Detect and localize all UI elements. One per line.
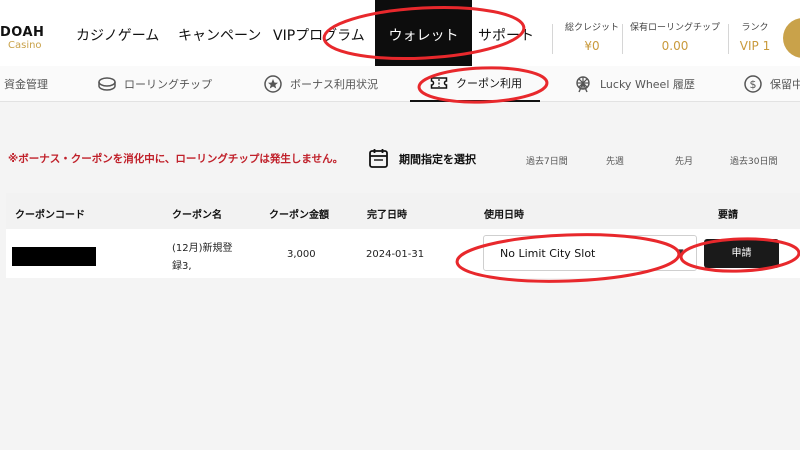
col-header-coupon-amount: クーポン金額 <box>269 210 329 221</box>
subnav-coupon-usage[interactable]: クーポン利用 <box>410 66 540 102</box>
subnav-lucky-wheel-history[interactable]: Lucky Wheel 履歴 <box>574 66 695 102</box>
nav-wallet[interactable]: ウォレット <box>375 0 472 66</box>
stat-total-credit: 総クレジット ¥0 <box>558 22 626 54</box>
coupon-name-line2: 録3, <box>172 261 192 272</box>
subnav-rolling-chips[interactable]: ローリングチップ <box>98 66 212 102</box>
avatar[interactable] <box>783 18 800 58</box>
subnav-bonus-usage[interactable]: ボーナス利用状況 <box>264 66 378 102</box>
stat-value: ¥0 <box>584 39 600 53</box>
coupon-table: クーポンコード クーポン名 クーポン金額 完了日時 使用日時 要請 (12月)新… <box>6 193 800 278</box>
subnav-label: Lucky Wheel 履歴 <box>600 78 695 91</box>
star-badge-icon <box>264 75 282 93</box>
svg-text:$: $ <box>750 78 757 91</box>
period-select-label[interactable]: 期間指定を選択 <box>399 151 476 167</box>
chevron-down-icon: ▾ <box>678 245 684 258</box>
col-header-use-date: 使用日時 <box>484 210 524 221</box>
stat-rolling-chips: 保有ローリングチップ 0.00 <box>624 22 726 54</box>
stat-value: 0.00 <box>661 39 689 53</box>
coupon-name-line1: (12月)新規登 <box>172 243 233 254</box>
filter-last-30-days[interactable]: 過去30日間 <box>730 154 777 167</box>
col-header-request: 要請 <box>718 210 738 221</box>
chip-icon <box>98 75 116 93</box>
game-select-dropdown[interactable]: No Limit City Slot ▾ <box>483 235 697 271</box>
nav-support[interactable]: サポート <box>478 0 534 66</box>
nav-vip-program[interactable]: VIPプログラム <box>273 0 365 66</box>
stat-value: VIP 1 <box>739 39 771 53</box>
apply-button[interactable]: 申請 <box>704 239 779 268</box>
subnav-label: 資金管理 <box>4 78 48 91</box>
dollar-circle-icon: $ <box>744 75 762 93</box>
filter-last-month[interactable]: 先月 <box>675 154 693 167</box>
stat-rank: ランク VIP 1 <box>730 22 780 54</box>
header-divider <box>622 24 623 54</box>
filter-last-week[interactable]: 先週 <box>606 154 624 167</box>
ferris-wheel-icon <box>574 75 592 93</box>
filter-last-7-days[interactable]: 過去7日間 <box>526 154 568 167</box>
subnav-pending[interactable]: $ 保留中 <box>744 66 800 102</box>
subnav-label: 保留中 <box>770 78 800 91</box>
header-divider <box>552 24 553 54</box>
nav-campaigns[interactable]: キャンペーン <box>178 0 261 66</box>
col-header-coupon-code: クーポンコード <box>15 210 85 221</box>
wallet-subnav: 資金管理 ローリングチップ ボーナス利用状況 クーポン利用 Lucky Whee… <box>0 66 800 102</box>
logo-subtext: Casino <box>8 40 42 51</box>
stat-label: 保有ローリングチップ <box>629 23 720 33</box>
logo-text: DOAH <box>0 25 45 40</box>
game-select-value: No Limit City Slot <box>500 247 596 260</box>
header-divider <box>728 24 729 54</box>
subnav-label: ボーナス利用状況 <box>290 78 378 91</box>
stat-label: 総クレジット <box>564 23 619 33</box>
coupon-code-redacted <box>12 247 96 266</box>
subnav-fund-management[interactable]: 資金管理 <box>4 66 48 102</box>
subnav-label: ローリングチップ <box>124 78 212 91</box>
col-header-completed: 完了日時 <box>367 210 407 221</box>
stat-label: ランク <box>741 23 769 33</box>
site-logo[interactable]: DOAH Casino <box>0 26 52 52</box>
subnav-label: クーポン利用 <box>456 77 522 90</box>
col-header-coupon-name: クーポン名 <box>172 210 222 221</box>
coupon-amount: 3,000 <box>287 249 316 260</box>
ticket-icon <box>430 74 448 92</box>
nav-casino-games[interactable]: カジノゲーム <box>76 0 159 66</box>
calendar-icon[interactable] <box>369 148 388 168</box>
site-header: DOAH Casino カジノゲーム キャンペーン VIPプログラム ウォレット… <box>0 0 800 66</box>
rolling-chip-notice: ※ボーナス・クーポンを消化中に、ローリングチップは発生しません。 <box>8 153 344 165</box>
completed-date: 2024-01-31 <box>366 249 425 260</box>
